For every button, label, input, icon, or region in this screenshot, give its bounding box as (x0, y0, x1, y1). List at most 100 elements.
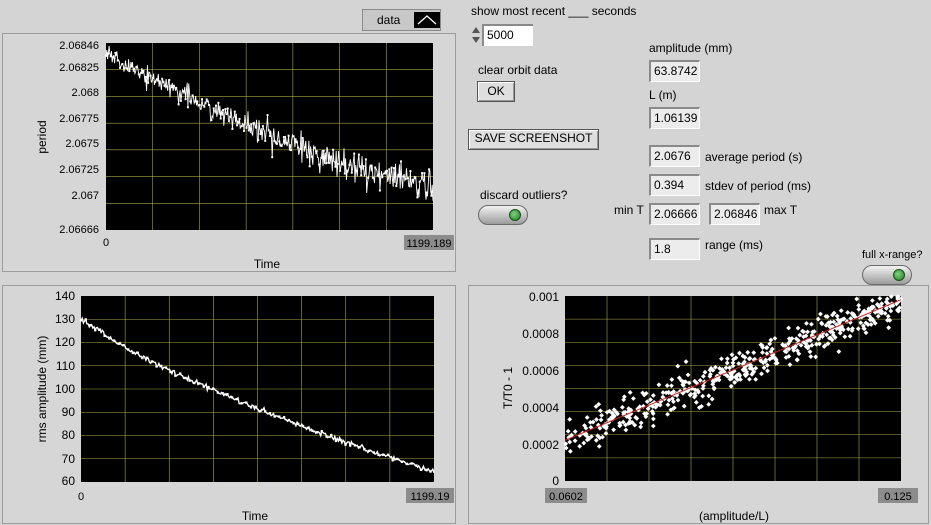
data-point (116, 59, 119, 62)
data-point (135, 66, 138, 68)
data-point (273, 139, 276, 142)
data-point (325, 162, 328, 165)
data-point (409, 170, 412, 173)
data-point (264, 139, 267, 142)
y-tick: 2.0675 (65, 138, 99, 150)
full-x-range-toggle[interactable] (862, 265, 912, 285)
data-point (252, 122, 255, 125)
data-point (315, 431, 319, 434)
data-point (415, 464, 418, 467)
data-point (198, 104, 201, 107)
data-point (290, 149, 292, 152)
data-point (189, 100, 192, 103)
save-screenshot-button[interactable]: SAVE SCREENSHOT (468, 129, 599, 150)
y-tick: 2.06775 (59, 113, 99, 125)
data-point (151, 76, 154, 79)
plot-legend[interactable]: data (362, 9, 441, 31)
data-point (348, 163, 351, 166)
data-point (261, 125, 264, 128)
data-point (144, 75, 147, 78)
data-point (275, 142, 278, 145)
y-tick: 0 (552, 474, 559, 488)
stepper-arrows-icon[interactable] (471, 24, 481, 46)
y-tick: 90 (62, 405, 76, 419)
period-chart[interactable]: 2.06846 2.06825 2.068 2.06775 2.0675 2.0… (3, 34, 455, 271)
data-point (89, 324, 92, 327)
data-point (339, 438, 342, 442)
data-point (259, 410, 262, 413)
data-point (169, 370, 172, 374)
data-point (418, 180, 421, 183)
data-point (177, 103, 180, 106)
data-point (372, 451, 375, 454)
data-point (235, 397, 238, 401)
x-tick-min: 0 (78, 491, 84, 503)
data-point (222, 109, 225, 111)
y-axis-label: period (35, 120, 49, 153)
data-point (346, 169, 349, 172)
data-point (320, 156, 323, 159)
data-point (254, 126, 257, 129)
x-axis-label: (amplitude/L) (699, 509, 769, 523)
data-point (119, 66, 121, 69)
y-tick: 70 (62, 452, 76, 466)
x-tick-max: 1199.19 (411, 491, 450, 503)
data-point (250, 123, 253, 126)
data-point (201, 98, 203, 101)
data-point (381, 176, 384, 179)
discard-outliers-toggle[interactable] (478, 205, 528, 225)
stdev-label: stdev of period (ms) (705, 179, 812, 193)
ratio-chart-panel: 0.001 0.0008 0.0006 0.0004 0.0002 0 0.06… (468, 285, 929, 524)
data-point (150, 360, 153, 363)
data-point (287, 134, 290, 137)
show-recent-input[interactable]: 5000 (482, 24, 533, 46)
amplitude-chart[interactable]: 140 130 120 110 100 90 80 70 60 0 1199.1… (3, 286, 455, 523)
data-point (254, 405, 257, 408)
data-point (164, 366, 168, 369)
data-point (205, 98, 208, 101)
data-point (197, 382, 201, 385)
data-point (402, 175, 405, 178)
data-point (175, 86, 178, 89)
data-point (292, 422, 295, 425)
amplitude-label: amplitude (mm) (649, 41, 733, 55)
data-point (127, 348, 130, 351)
data-point (243, 129, 246, 132)
data-point (407, 177, 409, 180)
data-point (320, 430, 323, 433)
data-point (294, 138, 297, 141)
data-point (215, 104, 217, 107)
data-point (216, 391, 220, 394)
data-point (367, 449, 371, 453)
data-point (378, 189, 381, 192)
y-tick: 100 (55, 382, 75, 396)
min-T-value: 2.06666 (649, 203, 700, 225)
data-point (271, 156, 274, 159)
data-point (179, 99, 182, 102)
data-point (349, 444, 352, 447)
data-point (332, 148, 335, 151)
data-point (311, 429, 314, 432)
y-tick: 140 (55, 289, 75, 303)
amplitude-value: 63.8742 (649, 60, 700, 82)
show-recent-stepper[interactable]: 5000 (471, 24, 533, 46)
data-point (400, 460, 404, 463)
y-tick: 2.06846 (59, 40, 99, 52)
data-point (141, 356, 144, 360)
led-indicator-icon (893, 269, 905, 281)
data-point (388, 168, 391, 171)
data-point (230, 396, 234, 399)
data-point (184, 98, 187, 101)
data-point (327, 161, 330, 164)
data-point (404, 177, 407, 180)
ratio-chart[interactable]: 0.001 0.0008 0.0006 0.0004 0.0002 0 0.06… (469, 286, 928, 523)
period-chart-panel: 2.06846 2.06825 2.068 2.06775 2.0675 2.0… (2, 33, 456, 272)
data-point (224, 108, 227, 111)
data-point (84, 318, 87, 321)
data-point (278, 415, 281, 418)
data-point (128, 70, 131, 73)
ok-button[interactable]: OK (477, 81, 515, 102)
data-point (207, 385, 210, 389)
data-point (297, 146, 299, 149)
data-point (350, 171, 353, 174)
